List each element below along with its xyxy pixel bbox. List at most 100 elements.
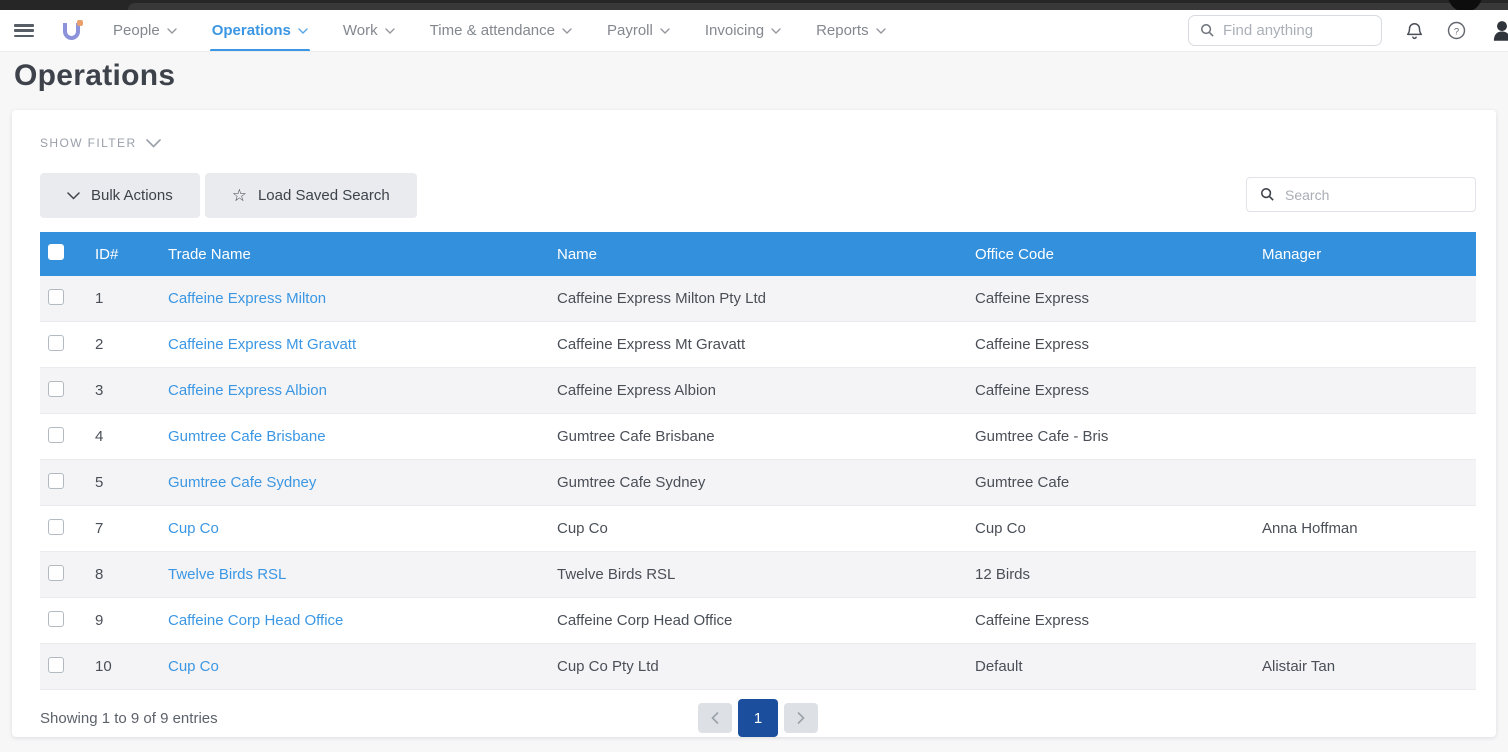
chevron-down-icon xyxy=(67,192,80,200)
chevron-down-icon xyxy=(562,28,572,34)
cell-name: Caffeine Express Mt Gravatt xyxy=(557,336,975,353)
cell-trade-name: Caffeine Express Mt Gravatt xyxy=(168,336,557,353)
table-row: 1Caffeine Express MiltonCaffeine Express… xyxy=(40,276,1476,322)
trade-name-link[interactable]: Gumtree Cafe Sydney xyxy=(168,474,316,491)
help-icon[interactable]: ? xyxy=(1447,21,1466,40)
cell-id: 8 xyxy=(95,566,168,583)
row-checkbox[interactable] xyxy=(48,289,64,305)
nav-item-people[interactable]: People xyxy=(113,10,177,52)
bulk-actions-label: Bulk Actions xyxy=(91,187,173,204)
cell-id: 4 xyxy=(95,428,168,445)
app-header: People Operations Work Time & attendance Pay… xyxy=(0,10,1508,52)
table-row: 10Cup CoCup Co Pty LtdDefaultAlistair Ta… xyxy=(40,644,1476,690)
table-row: 5Gumtree Cafe SydneyGumtree Cafe SydneyG… xyxy=(40,460,1476,506)
trade-name-link[interactable]: Caffeine Express Albion xyxy=(168,382,327,399)
column-header-name[interactable]: Name xyxy=(557,246,975,263)
column-header-id[interactable]: ID# xyxy=(95,246,168,263)
row-checkbox[interactable] xyxy=(48,657,64,673)
header-right-cluster: ? xyxy=(1188,15,1508,46)
nav-item-reports[interactable]: Reports xyxy=(816,10,886,52)
pagination-prev-button[interactable] xyxy=(698,703,732,733)
cell-office-code: Caffeine Express xyxy=(975,382,1262,399)
star-icon: ☆ xyxy=(232,187,247,204)
trade-name-link[interactable]: Caffeine Express Mt Gravatt xyxy=(168,336,356,353)
chevron-down-icon xyxy=(298,28,308,34)
cell-trade-name: Twelve Birds RSL xyxy=(168,566,557,583)
cell-trade-name: Gumtree Cafe Sydney xyxy=(168,474,557,491)
chevron-down-icon xyxy=(660,28,670,34)
cell-name: Caffeine Express Albion xyxy=(557,382,975,399)
row-checkbox[interactable] xyxy=(48,473,64,489)
show-filter-toggle[interactable]: SHOW FILTER xyxy=(40,136,161,150)
cell-id: 1 xyxy=(95,290,168,307)
cell-name: Cup Co xyxy=(557,520,975,537)
table-row: 3Caffeine Express AlbionCaffeine Express… xyxy=(40,368,1476,414)
pagination-next-button[interactable] xyxy=(784,703,818,733)
showing-entries-text: Showing 1 to 9 of 9 entries xyxy=(40,710,218,727)
cell-id: 10 xyxy=(95,658,168,675)
nav-item-invoicing[interactable]: Invoicing xyxy=(705,10,781,52)
pagination-page-1-button[interactable]: 1 xyxy=(738,699,778,737)
chevron-down-icon xyxy=(167,28,177,34)
nav-item-time-attendance[interactable]: Time & attendance xyxy=(430,10,572,52)
cell-id: 3 xyxy=(95,382,168,399)
cell-trade-name: Cup Co xyxy=(168,658,557,675)
cell-trade-name: Caffeine Corp Head Office xyxy=(168,612,557,629)
nav-item-label: Time & attendance xyxy=(430,22,555,39)
column-header-manager[interactable]: Manager xyxy=(1262,246,1476,263)
cell-office-code: 12 Birds xyxy=(975,566,1262,583)
nav-item-label: Reports xyxy=(816,22,869,39)
cell-manager: Alistair Tan xyxy=(1262,658,1476,675)
nav-item-label: Invoicing xyxy=(705,22,764,39)
table-search-input[interactable] xyxy=(1285,187,1462,203)
notifications-bell-icon[interactable] xyxy=(1405,21,1424,41)
global-search-box[interactable] xyxy=(1188,15,1382,46)
trade-name-link[interactable]: Cup Co xyxy=(168,658,219,675)
cell-id: 9 xyxy=(95,612,168,629)
column-header-office-code[interactable]: Office Code xyxy=(975,246,1262,263)
table-row: 2Caffeine Express Mt GravattCaffeine Exp… xyxy=(40,322,1476,368)
app-logo[interactable] xyxy=(61,20,85,42)
bulk-actions-button[interactable]: Bulk Actions xyxy=(40,173,200,218)
cell-trade-name: Gumtree Cafe Brisbane xyxy=(168,428,557,445)
load-saved-search-button[interactable]: ☆ Load Saved Search xyxy=(205,173,417,218)
trade-name-link[interactable]: Cup Co xyxy=(168,520,219,537)
cell-id: 7 xyxy=(95,520,168,537)
trade-name-link[interactable]: Gumtree Cafe Brisbane xyxy=(168,428,326,445)
row-checkbox[interactable] xyxy=(48,519,64,535)
search-icon xyxy=(1200,23,1215,38)
row-checkbox[interactable] xyxy=(48,427,64,443)
menu-icon[interactable] xyxy=(14,24,34,37)
cell-trade-name: Caffeine Express Milton xyxy=(168,290,557,307)
trade-name-link[interactable]: Twelve Birds RSL xyxy=(168,566,286,583)
row-checkbox[interactable] xyxy=(48,335,64,351)
row-checkbox[interactable] xyxy=(48,611,64,627)
nav-item-work[interactable]: Work xyxy=(343,10,395,52)
cell-office-code: Gumtree Cafe xyxy=(975,474,1262,491)
row-checkbox[interactable] xyxy=(48,565,64,581)
nav-item-label: Work xyxy=(343,22,378,39)
browser-chrome-strip xyxy=(0,0,1508,10)
user-avatar[interactable] xyxy=(1489,18,1508,44)
operations-panel: SHOW FILTER Bulk Actions ☆ Load Saved Se… xyxy=(12,110,1496,737)
cell-office-code: Caffeine Express xyxy=(975,612,1262,629)
cell-office-code: Caffeine Express xyxy=(975,336,1262,353)
column-header-trade-name[interactable]: Trade Name xyxy=(168,246,557,263)
row-checkbox[interactable] xyxy=(48,381,64,397)
global-search-input[interactable] xyxy=(1223,22,1370,39)
nav-item-operations[interactable]: Operations xyxy=(212,10,308,52)
nav-item-label: Operations xyxy=(212,22,291,39)
table-row: 9Caffeine Corp Head OfficeCaffeine Corp … xyxy=(40,598,1476,644)
pagination: 1 xyxy=(698,699,818,737)
nav-item-payroll[interactable]: Payroll xyxy=(607,10,670,52)
cell-office-code: Gumtree Cafe - Bris xyxy=(975,428,1262,445)
trade-name-link[interactable]: Caffeine Express Milton xyxy=(168,290,326,307)
chevron-down-icon xyxy=(771,28,781,34)
table-search-box[interactable] xyxy=(1246,177,1476,212)
chevron-down-icon xyxy=(385,28,395,34)
browser-tab xyxy=(128,3,1508,10)
cell-trade-name: Cup Co xyxy=(168,520,557,537)
trade-name-link[interactable]: Caffeine Corp Head Office xyxy=(168,612,343,629)
table-footer: Showing 1 to 9 of 9 entries 1 xyxy=(40,690,1476,746)
select-all-checkbox[interactable] xyxy=(48,244,64,260)
